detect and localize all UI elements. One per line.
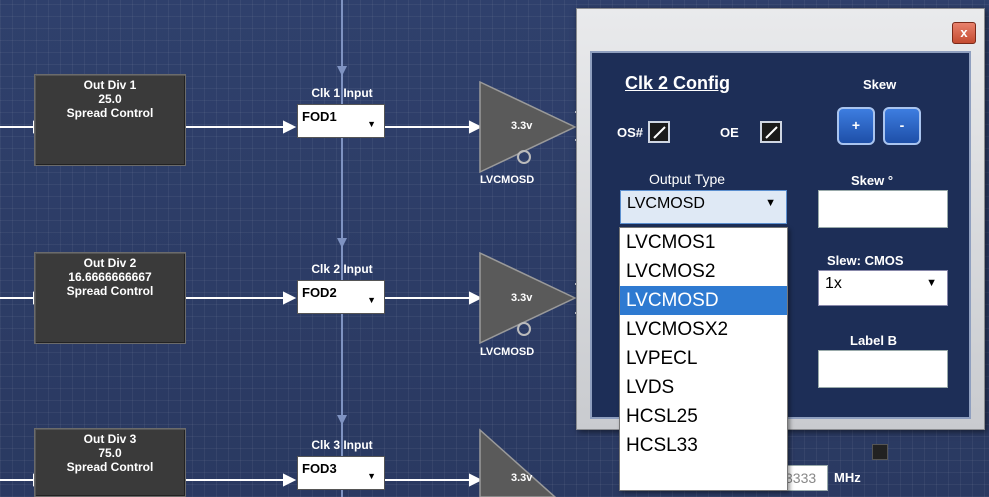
chevron-down-icon: ▼: [926, 277, 937, 289]
out-div-3-block[interactable]: Out Div 3 75.0 Spread Control: [34, 428, 186, 497]
buffer-1-type: LVCMOSD: [480, 174, 535, 186]
skew-degree-input[interactable]: [818, 190, 948, 228]
out-div-2-title: Out Div 2: [83, 256, 137, 270]
option-lvds[interactable]: LVDS: [620, 373, 787, 402]
output-type-value: LVCMOSD: [627, 195, 705, 212]
clk-3-source-value: FOD3: [302, 461, 337, 476]
option-lvcmos1[interactable]: LVCMOS1: [620, 228, 787, 257]
option-lvcmos2[interactable]: LVCMOS2: [620, 257, 787, 286]
buffer-1-voltage: 3.3v: [511, 120, 533, 132]
option-lvcmosd[interactable]: LVCMOSD: [620, 286, 787, 315]
out-div-2-block[interactable]: Out Div 2 16.6666666667 Spread Control: [34, 252, 186, 344]
buffer-3-voltage: 3.3v: [511, 472, 533, 484]
close-button[interactable]: x: [952, 22, 976, 44]
check-icon: [653, 126, 666, 139]
os-checkbox[interactable]: [648, 121, 670, 143]
out-div-3-value: 75.0: [98, 446, 122, 460]
buffer-2-type: LVCMOSD: [480, 346, 535, 358]
frequency-value: 3333: [785, 470, 817, 486]
oe-label: OE: [720, 125, 739, 140]
chevron-down-icon: ▼: [367, 471, 376, 481]
chevron-down-icon: ▼: [367, 119, 376, 129]
out-div-2-value: 16.6666666667: [68, 270, 152, 284]
chevron-down-icon: ▼: [765, 197, 776, 209]
output-type-select[interactable]: LVCMOSD ▼: [620, 190, 787, 224]
clk-1-input-label: Clk 1 Input: [311, 86, 373, 100]
option-hcsl25[interactable]: HCSL25: [620, 402, 787, 431]
slew-select[interactable]: 1x ▼: [818, 270, 948, 306]
check-icon: [765, 126, 778, 139]
skew-label: Skew: [863, 77, 897, 92]
clk-3-input-label: Clk 3 Input: [311, 438, 373, 452]
clk-1-source-select[interactable]: FOD1 ▼: [297, 104, 385, 138]
clk-1-source-value: FOD1: [302, 109, 337, 124]
clk-2-input-label: Clk 2 Input: [311, 262, 373, 276]
out-div-2-spread: Spread Control: [66, 284, 154, 298]
clk-3-source-select[interactable]: FOD3 ▼: [297, 456, 385, 490]
out-div-1-value: 25.0: [98, 92, 122, 106]
buffer-2-voltage: 3.3v: [511, 292, 533, 304]
clk-2-source-select[interactable]: FOD2 ▼: [297, 280, 385, 314]
skew-degree-label: Skew °: [851, 173, 894, 188]
chevron-down-icon: ▼: [367, 295, 376, 305]
out-div-1-block[interactable]: Out Div 1 25.0 Spread Control: [34, 74, 186, 166]
dialog-title: Clk 2 Config: [625, 73, 731, 93]
output-type-label: Output Type: [649, 171, 726, 187]
out-div-3-spread: Spread Control: [66, 460, 154, 474]
indicator-square[interactable]: [872, 444, 888, 460]
close-icon: x: [960, 25, 968, 40]
skew-minus-button[interactable]: -: [883, 107, 921, 145]
os-label: OS#: [617, 125, 644, 140]
slew-value: 1x: [825, 275, 842, 292]
clk-2-source-value: FOD2: [302, 285, 337, 300]
out-div-3-title: Out Div 3: [83, 432, 137, 446]
oe-checkbox[interactable]: [760, 121, 782, 143]
plus-icon: +: [851, 117, 861, 133]
output-type-dropdown: LVCMOS1 LVCMOS2 LVCMOSD LVCMOSX2 LVPECL …: [619, 227, 788, 491]
label-b-label: Label B: [850, 333, 897, 348]
slew-label: Slew: CMOS: [827, 253, 904, 268]
out-div-1-spread: Spread Control: [66, 106, 154, 120]
out-div-1-title: Out Div 1: [83, 78, 137, 92]
label-b-input[interactable]: [818, 350, 948, 388]
minus-icon: -: [899, 117, 905, 133]
option-lvpecl[interactable]: LVPECL: [620, 344, 787, 373]
frequency-unit: MHz: [834, 470, 861, 485]
skew-plus-button[interactable]: +: [837, 107, 875, 145]
option-lvcmosx2[interactable]: LVCMOSX2: [620, 315, 787, 344]
option-hcsl33[interactable]: HCSL33: [620, 431, 787, 460]
